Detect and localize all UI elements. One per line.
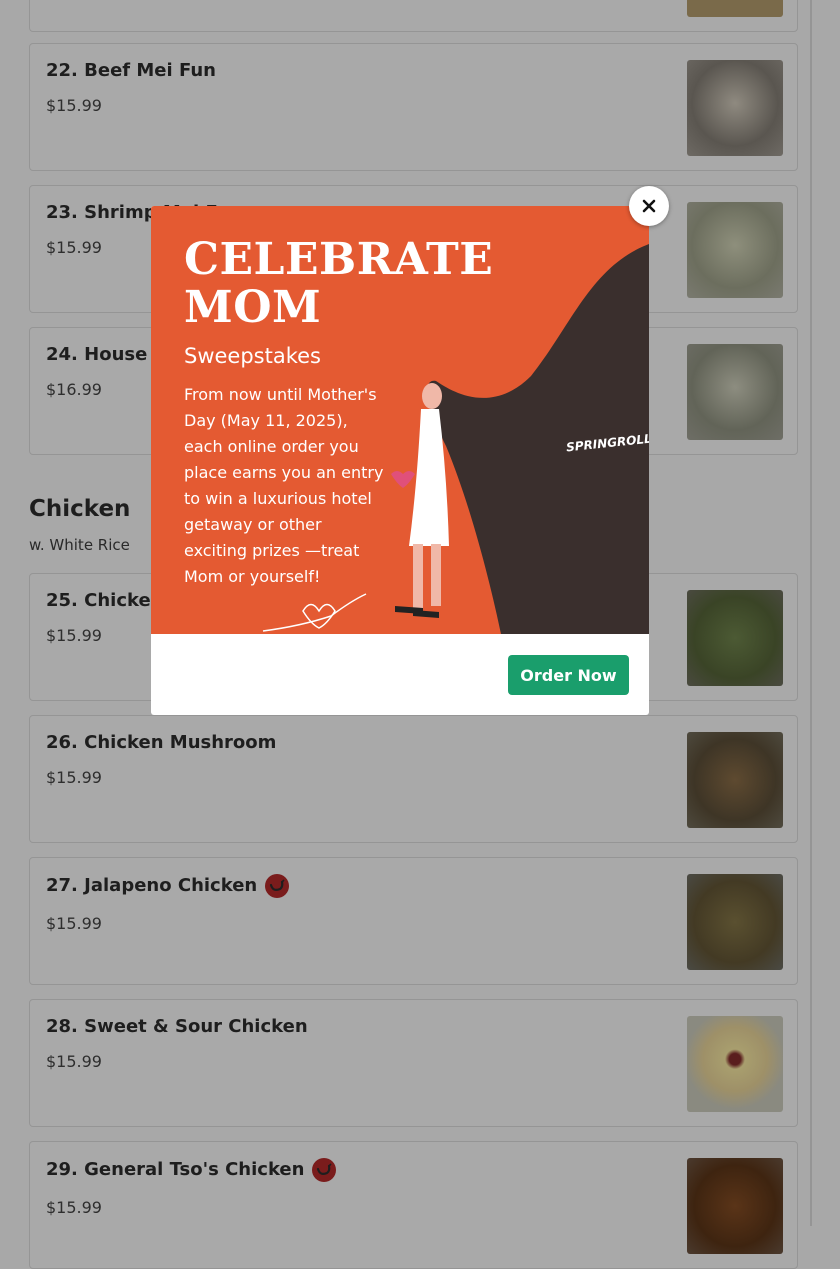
menu-item-name: 28. Sweet & Sour Chicken — [46, 1016, 308, 1037]
menu-item-price: $15.99 — [46, 1052, 102, 1071]
promo-subheadline: Sweepstakes — [184, 344, 321, 368]
promo-modal: CELEBRATE MOM Sweepstakes From now until… — [151, 206, 649, 715]
section-title: Chicken — [29, 496, 131, 522]
menu-item-card[interactable]: 28. Sweet & Sour Chicken $15.99 — [29, 999, 798, 1127]
close-icon — [642, 199, 656, 213]
promo-banner: CELEBRATE MOM Sweepstakes From now until… — [151, 206, 649, 634]
promo-headline-line2: MOM — [184, 282, 322, 333]
food-thumbnail — [687, 0, 783, 17]
menu-item-name: 29. General Tso's Chicken — [46, 1158, 337, 1182]
menu-item-price: $15.99 — [46, 914, 102, 933]
menu-item-name: 27. Jalapeno Chicken — [46, 874, 290, 898]
menu-item-card-previous[interactable] — [29, 0, 798, 32]
page-border — [810, 0, 812, 1226]
spicy-icon — [265, 874, 290, 898]
menu-item-name-text: 29. General Tso's Chicken — [46, 1159, 305, 1180]
menu-item-card[interactable]: 22. Beef Mei Fun $15.99 — [29, 43, 798, 171]
menu-item-name: 22. Beef Mei Fun — [46, 60, 216, 81]
menu-item-price: $15.99 — [46, 96, 102, 115]
menu-item-card[interactable]: 29. General Tso's Chicken $15.99 — [29, 1141, 798, 1269]
food-thumbnail — [687, 590, 783, 686]
menu-item-name-text: 27. Jalapeno Chicken — [46, 875, 258, 896]
promo-description: From now until Mother's Day (May 11, 202… — [184, 385, 384, 586]
food-thumbnail — [687, 60, 783, 156]
section-subtitle: w. White Rice — [29, 536, 130, 554]
promo-headline-line1: CELEBRATE — [184, 234, 494, 285]
menu-item-price: $15.99 — [46, 626, 102, 645]
menu-item-price: $15.99 — [46, 768, 102, 787]
food-thumbnail — [687, 732, 783, 828]
menu-item-price: $15.99 — [46, 238, 102, 257]
menu-item-price: $16.99 — [46, 380, 102, 399]
food-thumbnail — [687, 202, 783, 298]
menu-item-card[interactable]: 27. Jalapeno Chicken $15.99 — [29, 857, 798, 985]
menu-item-card[interactable]: 26. Chicken Mushroom $15.99 — [29, 715, 798, 843]
menu-item-price: $15.99 — [46, 1198, 102, 1217]
close-button[interactable] — [629, 186, 669, 226]
order-now-button[interactable]: Order Now — [508, 655, 629, 695]
food-thumbnail — [687, 344, 783, 440]
food-thumbnail — [687, 874, 783, 970]
promo-headline: CELEBRATE MOM — [184, 236, 493, 332]
food-thumbnail — [687, 1016, 783, 1112]
spicy-icon — [312, 1158, 337, 1182]
menu-item-name: 26. Chicken Mushroom — [46, 732, 277, 753]
food-thumbnail — [687, 1158, 783, 1254]
